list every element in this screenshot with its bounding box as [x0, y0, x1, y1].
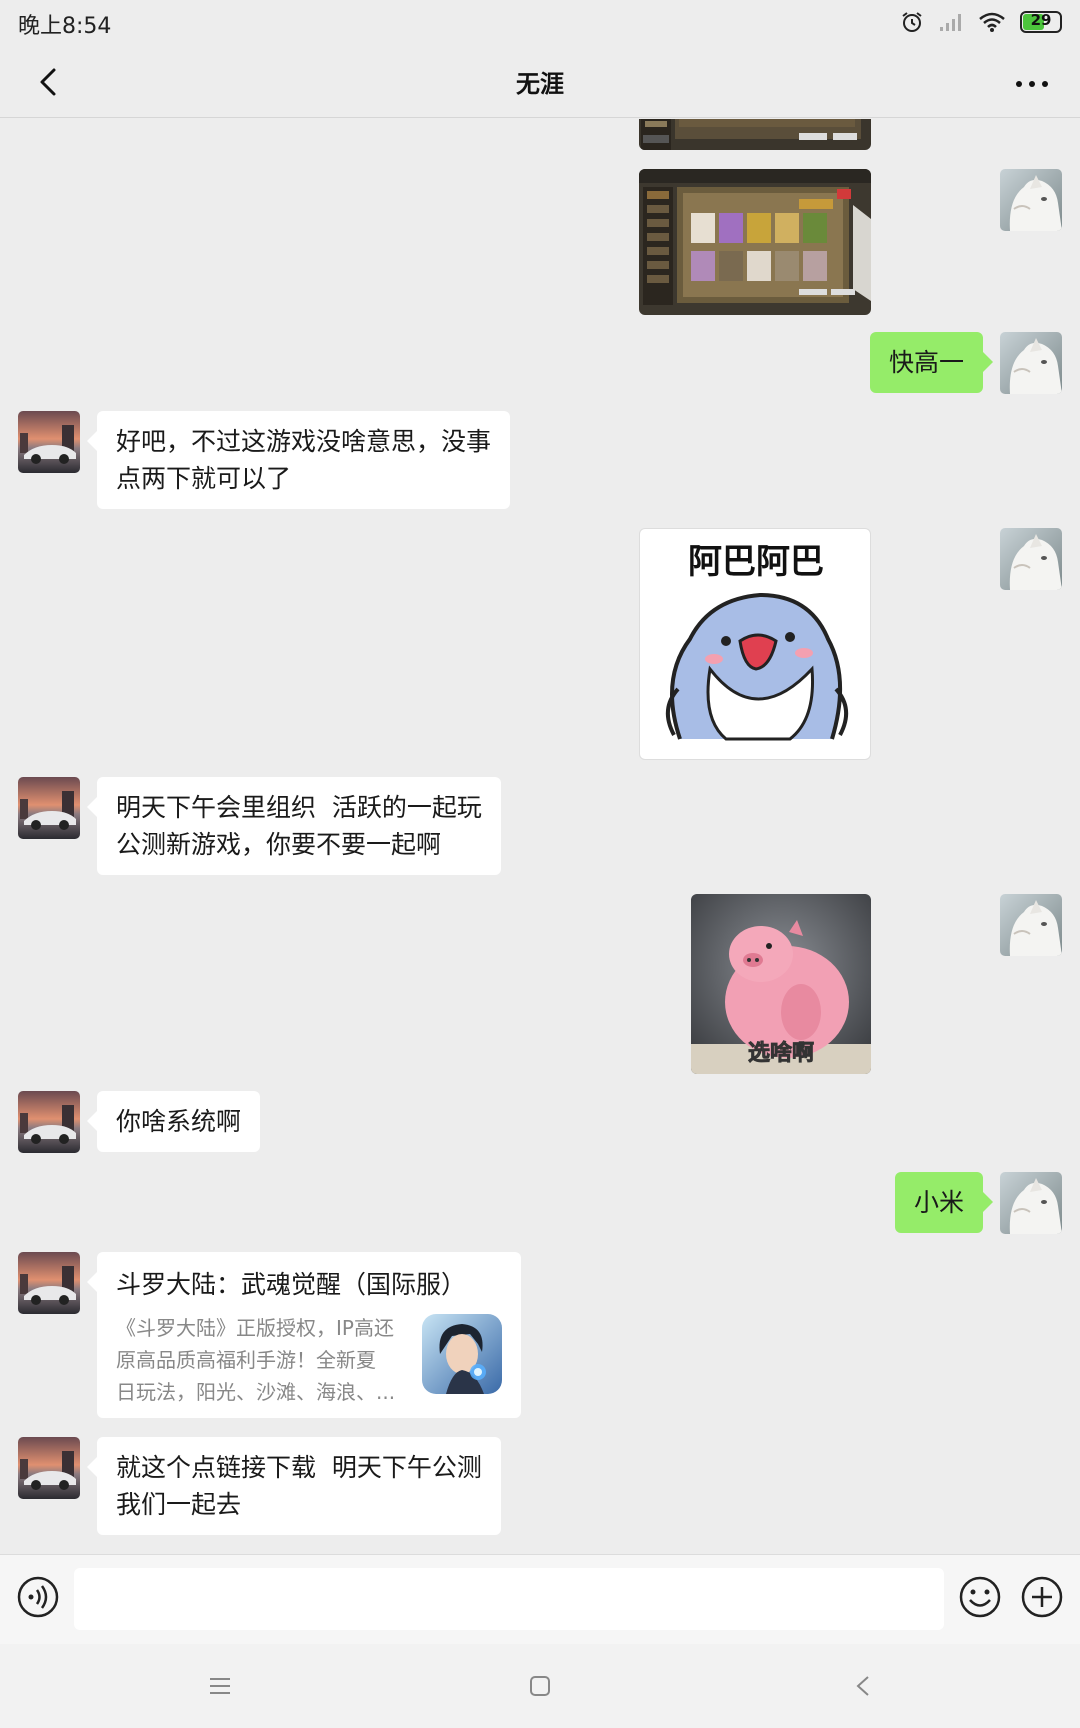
avatar[interactable]: [18, 1252, 80, 1314]
battery-icon: 29: [1020, 11, 1062, 33]
wifi-icon: [979, 12, 1005, 32]
alarm-icon: [902, 12, 922, 32]
message-bubble-other[interactable]: 明天下午会里组织 活跃的一起玩 公测新游戏，你要不要一起啊: [87, 777, 501, 875]
message-text: 你啥系统啊: [116, 1107, 242, 1136]
system-nav-bar: [0, 1644, 1080, 1728]
emoji-button[interactable]: [958, 1575, 1002, 1619]
message-text: 小米: [913, 1188, 964, 1217]
avatar[interactable]: [1000, 169, 1062, 231]
nav-back-button[interactable]: [843, 1666, 883, 1706]
message-text-line: 点两下就可以了: [116, 464, 292, 493]
status-icons: 29: [900, 8, 1062, 36]
image-message[interactable]: [639, 169, 871, 315]
link-title: 斗罗大陆：武魂觉醒（国际服）: [116, 1270, 467, 1299]
message-bubble-other[interactable]: 你啥系统啊: [86, 1091, 261, 1152]
more-button[interactable]: [1008, 64, 1056, 104]
message-bubble-self[interactable]: 小米: [894, 1172, 994, 1233]
status-time: 晚上8:54: [18, 14, 112, 39]
status-bar: 晚上8:54 29: [0, 0, 1080, 46]
avatar[interactable]: [1000, 332, 1062, 394]
plus-icon: [1021, 1576, 1063, 1618]
avatar[interactable]: [18, 1091, 80, 1153]
message-text-line: 明天下午会里组织 活跃的一起玩: [116, 793, 482, 822]
message-bubble-other[interactable]: 好吧，不过这游戏没啥意思，没事 点两下就可以了: [86, 411, 511, 509]
message-bubble-self[interactable]: 快高一: [869, 332, 994, 393]
back-triangle-icon: [856, 1676, 869, 1696]
sticker-message[interactable]: 阿巴阿巴: [639, 528, 871, 760]
more-actions-button[interactable]: [1020, 1575, 1064, 1619]
emoji-icon: [959, 1576, 1001, 1618]
more-dots-icon: [1016, 81, 1048, 87]
image-message[interactable]: [639, 119, 871, 150]
input-bar: [0, 1554, 1080, 1644]
message-text-line: 好吧，不过这游戏没啥意思，没事: [116, 427, 492, 456]
chat-screen: 晚上8:54 29 无涯 快高一 好吧，不过这游戏没啥意思，没事 点两下就可以了…: [0, 0, 1080, 1728]
avatar[interactable]: [1000, 528, 1062, 590]
message-bubble-other[interactable]: 就这个点链接下载 明天下午公测 我们一起去: [87, 1437, 501, 1535]
avatar[interactable]: [1000, 894, 1062, 956]
link-card[interactable]: 斗罗大陆：武魂觉醒（国际服） 《斗罗大陆》正版授权，IP高还 原高品质高福利手游…: [87, 1252, 521, 1418]
link-description: 《斗罗大陆》正版授权，IP高还 原高品质高福利手游！全新夏 日玩法，阳光、沙滩、…: [116, 1312, 406, 1408]
sticker-caption: 选啥啊: [748, 1040, 814, 1066]
battery-level: 29: [1030, 11, 1052, 29]
sticker-message[interactable]: 选啥啊: [691, 894, 871, 1074]
nav-menu-button[interactable]: [200, 1666, 240, 1706]
message-input[interactable]: [74, 1568, 944, 1630]
message-text-line: 公测新游戏，你要不要一起啊: [116, 830, 442, 859]
message-text-line: 我们一起去: [116, 1490, 242, 1519]
link-description-line: 日玩法，阳光、沙滩、海浪、...: [116, 1380, 396, 1404]
sticker-caption: 阿巴阿巴: [688, 542, 824, 582]
voice-button[interactable]: [16, 1575, 60, 1619]
message-text: 快高一: [888, 348, 964, 377]
avatar[interactable]: [18, 411, 80, 473]
nav-home-button[interactable]: [520, 1666, 560, 1706]
link-description-line: 原高品质高福利手游！全新夏: [116, 1348, 376, 1372]
avatar[interactable]: [18, 777, 80, 839]
link-thumbnail: [422, 1314, 502, 1394]
link-description-line: 《斗罗大陆》正版授权，IP高还: [116, 1316, 394, 1340]
avatar[interactable]: [18, 1437, 80, 1499]
chat-header: 无涯: [0, 46, 1080, 118]
avatar[interactable]: [1000, 1172, 1062, 1234]
signal-icon: [940, 14, 961, 31]
chat-title: 无涯: [516, 70, 564, 98]
voice-icon: [17, 1576, 59, 1618]
message-text-line: 就这个点链接下载 明天下午公测: [116, 1453, 482, 1482]
home-square-icon: [530, 1676, 550, 1696]
message-list[interactable]: 快高一 好吧，不过这游戏没啥意思，没事 点两下就可以了 阿巴阿巴 明天下午会里组…: [0, 119, 1080, 1554]
menu-icon: [210, 1678, 230, 1694]
